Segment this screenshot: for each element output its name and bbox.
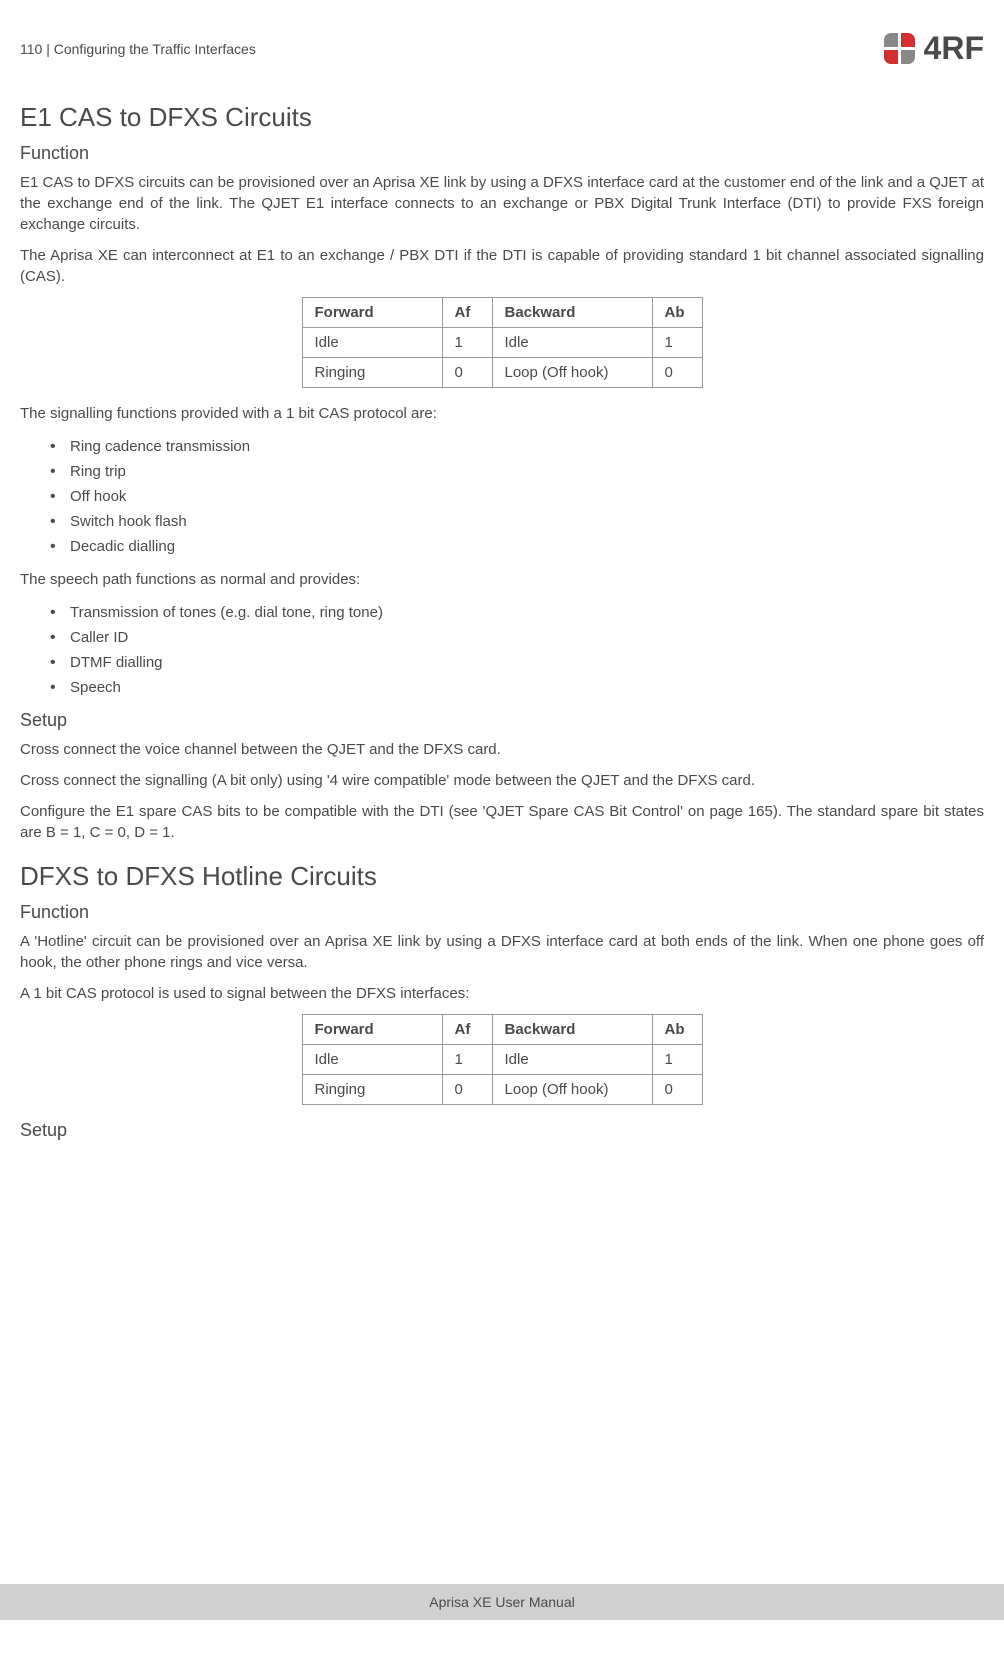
page-number: 110 [20, 41, 42, 57]
td-af: 0 [442, 358, 492, 388]
list-item: Switch hook flash [20, 509, 984, 534]
list-item: DTMF dialling [20, 650, 984, 675]
list-item: Ring cadence transmission [20, 434, 984, 459]
logo: 4RF [884, 30, 984, 67]
table-row: Idle 1 Idle 1 [302, 328, 702, 358]
td-ab: 0 [652, 1075, 702, 1105]
section1-para2: The Aprisa XE can interconnect at E1 to … [20, 245, 984, 287]
th-backward: Backward [492, 1015, 652, 1045]
section2-setup-heading: Setup [20, 1120, 984, 1141]
td-backward: Loop (Off hook) [492, 1075, 652, 1105]
td-forward: Idle [302, 1045, 442, 1075]
th-forward: Forward [302, 1015, 442, 1045]
td-backward: Idle [492, 328, 652, 358]
th-af: Af [442, 298, 492, 328]
section2-function-heading: Function [20, 902, 984, 923]
table-header-row: Forward Af Backward Ab [302, 298, 702, 328]
td-forward: Ringing [302, 1075, 442, 1105]
page-footer: Aprisa XE User Manual [0, 1584, 1004, 1620]
list-item: Decadic dialling [20, 534, 984, 559]
table-row: Ringing 0 Loop (Off hook) 0 [302, 1075, 702, 1105]
signalling-functions-list: Ring cadence transmission Ring trip Off … [20, 434, 984, 559]
td-forward: Idle [302, 328, 442, 358]
td-af: 1 [442, 328, 492, 358]
section1-title: E1 CAS to DFXS Circuits [20, 102, 984, 133]
td-backward: Loop (Off hook) [492, 358, 652, 388]
speech-path-list: Transmission of tones (e.g. dial tone, r… [20, 600, 984, 700]
section1-setup-para2: Cross connect the signalling (A bit only… [20, 770, 984, 791]
list-item: Caller ID [20, 625, 984, 650]
section1-setup-para1: Cross connect the voice channel between … [20, 739, 984, 760]
table-row: Ringing 0 Loop (Off hook) 0 [302, 358, 702, 388]
section-name: Configuring the Traffic Interfaces [54, 41, 256, 57]
list-item: Speech [20, 675, 984, 700]
list-item: Off hook [20, 484, 984, 509]
section1-para3: The signalling functions provided with a… [20, 403, 984, 424]
footer-text: Aprisa XE User Manual [429, 1594, 575, 1610]
th-ab: Ab [652, 1015, 702, 1045]
section2-para1: A 'Hotline' circuit can be provisioned o… [20, 931, 984, 973]
logo-icon [884, 33, 916, 65]
section1-function-heading: Function [20, 143, 984, 164]
td-forward: Ringing [302, 358, 442, 388]
header-breadcrumb: 110 | Configuring the Traffic Interfaces [20, 41, 256, 57]
page-header: 110 | Configuring the Traffic Interfaces… [20, 30, 984, 67]
th-backward: Backward [492, 298, 652, 328]
td-ab: 1 [652, 1045, 702, 1075]
table-header-row: Forward Af Backward Ab [302, 1015, 702, 1045]
section1-setup-para3: Configure the E1 spare CAS bits to be co… [20, 801, 984, 843]
th-af: Af [442, 1015, 492, 1045]
section1-para1: E1 CAS to DFXS circuits can be provision… [20, 172, 984, 235]
td-backward: Idle [492, 1045, 652, 1075]
cas-table-1: Forward Af Backward Ab Idle 1 Idle 1 Rin… [302, 297, 703, 388]
logo-text: 4RF [924, 30, 984, 67]
section2-para2: A 1 bit CAS protocol is used to signal b… [20, 983, 984, 1004]
section1-setup-heading: Setup [20, 710, 984, 731]
section2-title: DFXS to DFXS Hotline Circuits [20, 861, 984, 892]
section1-para4: The speech path functions as normal and … [20, 569, 984, 590]
list-item: Transmission of tones (e.g. dial tone, r… [20, 600, 984, 625]
td-ab: 0 [652, 358, 702, 388]
th-ab: Ab [652, 298, 702, 328]
td-af: 0 [442, 1075, 492, 1105]
td-af: 1 [442, 1045, 492, 1075]
table-row: Idle 1 Idle 1 [302, 1045, 702, 1075]
th-forward: Forward [302, 298, 442, 328]
cas-table-2: Forward Af Backward Ab Idle 1 Idle 1 Rin… [302, 1014, 703, 1105]
td-ab: 1 [652, 328, 702, 358]
list-item: Ring trip [20, 459, 984, 484]
